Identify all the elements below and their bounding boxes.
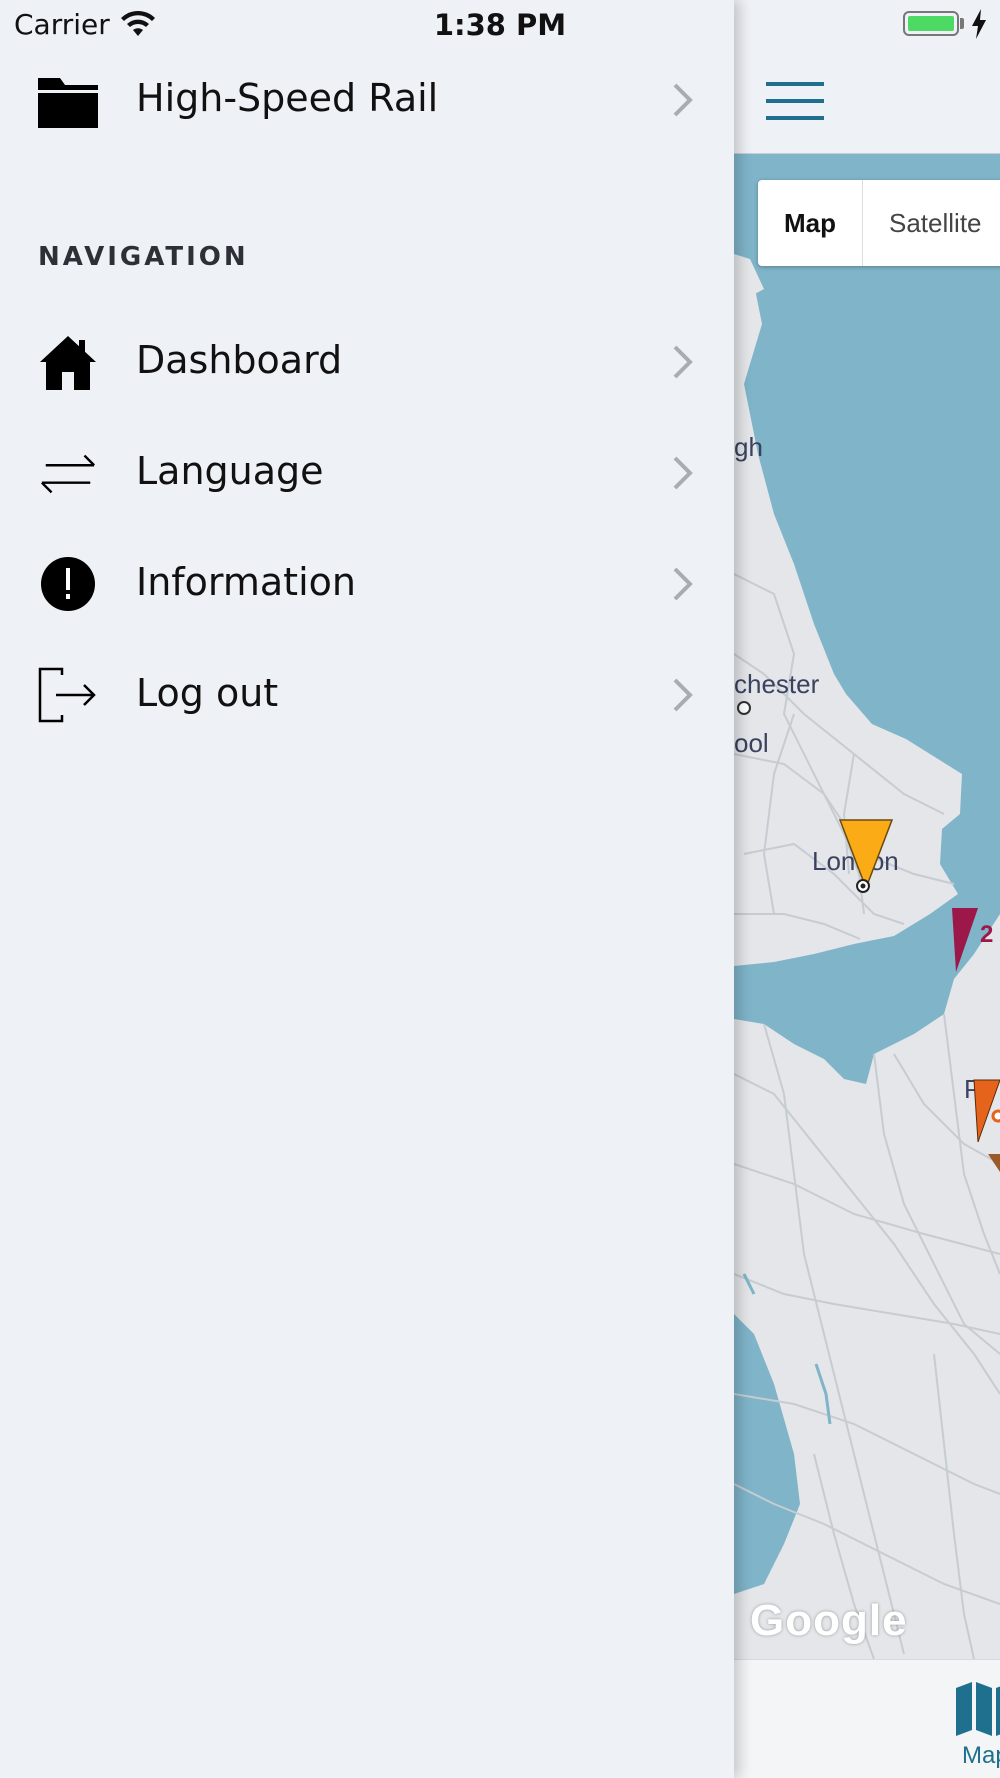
battery-tip — [960, 18, 964, 29]
chevron-right-icon — [673, 345, 693, 379]
menu-item-label: Dashboard — [136, 338, 343, 382]
menu-item-label: Information — [136, 560, 356, 604]
map-tab-icon[interactable] — [954, 1678, 1000, 1738]
swap-arrows-icon — [41, 454, 95, 494]
logout-icon — [38, 667, 96, 723]
map-screen: gh chester ool London P 2 Map Satellite … — [734, 0, 1000, 1778]
battery-icon — [903, 11, 959, 36]
chevron-right-icon — [673, 456, 693, 490]
side-menu: High-Speed Rail NAVIGATION Dashboard Lan… — [0, 0, 734, 1778]
menu-item-dashboard[interactable]: Dashboard — [0, 312, 734, 412]
tab-bar — [734, 1659, 1000, 1778]
marker-yellow[interactable] — [838, 818, 894, 894]
cluster-count: 2 — [980, 921, 993, 948]
menu-item-information[interactable]: Information — [0, 534, 734, 634]
map-type-satellite-option[interactable]: Satellite — [863, 180, 982, 266]
place-label: gh — [734, 432, 763, 462]
menu-item-language[interactable]: Language — [0, 423, 734, 523]
menu-item-label: Language — [136, 449, 324, 493]
chevron-right-icon — [673, 83, 693, 117]
project-row[interactable]: High-Speed Rail — [0, 50, 734, 150]
marker-orange[interactable] — [970, 1078, 1000, 1146]
menu-item-logout[interactable]: Log out — [0, 645, 734, 745]
map-type-map-option[interactable]: Map — [758, 180, 863, 266]
marker-partial[interactable] — [988, 1152, 1000, 1174]
hamburger-menu-icon[interactable] — [766, 82, 824, 122]
map-type-toggle: Map Satellite — [758, 180, 1000, 266]
marker-cluster-crimson[interactable]: 2 — [950, 906, 1000, 976]
home-icon — [40, 336, 96, 390]
place-label: chester — [734, 669, 820, 699]
project-label: High-Speed Rail — [136, 76, 439, 120]
section-title-navigation: NAVIGATION — [38, 242, 249, 272]
map-tab-label[interactable]: Map — [962, 1742, 1000, 1770]
status-bar: Carrier 1:38 PM — [0, 0, 1000, 50]
exclamation-circle-icon — [41, 557, 95, 611]
place-label: ool — [734, 728, 769, 758]
google-logo: Google — [750, 1596, 908, 1645]
charging-bolt-icon — [972, 9, 986, 39]
folder-icon — [38, 78, 98, 128]
clock: 1:38 PM — [433, 8, 567, 42]
chevron-right-icon — [673, 678, 693, 712]
city-dot — [737, 701, 751, 715]
chevron-right-icon — [673, 567, 693, 601]
menu-item-label: Log out — [136, 671, 279, 715]
